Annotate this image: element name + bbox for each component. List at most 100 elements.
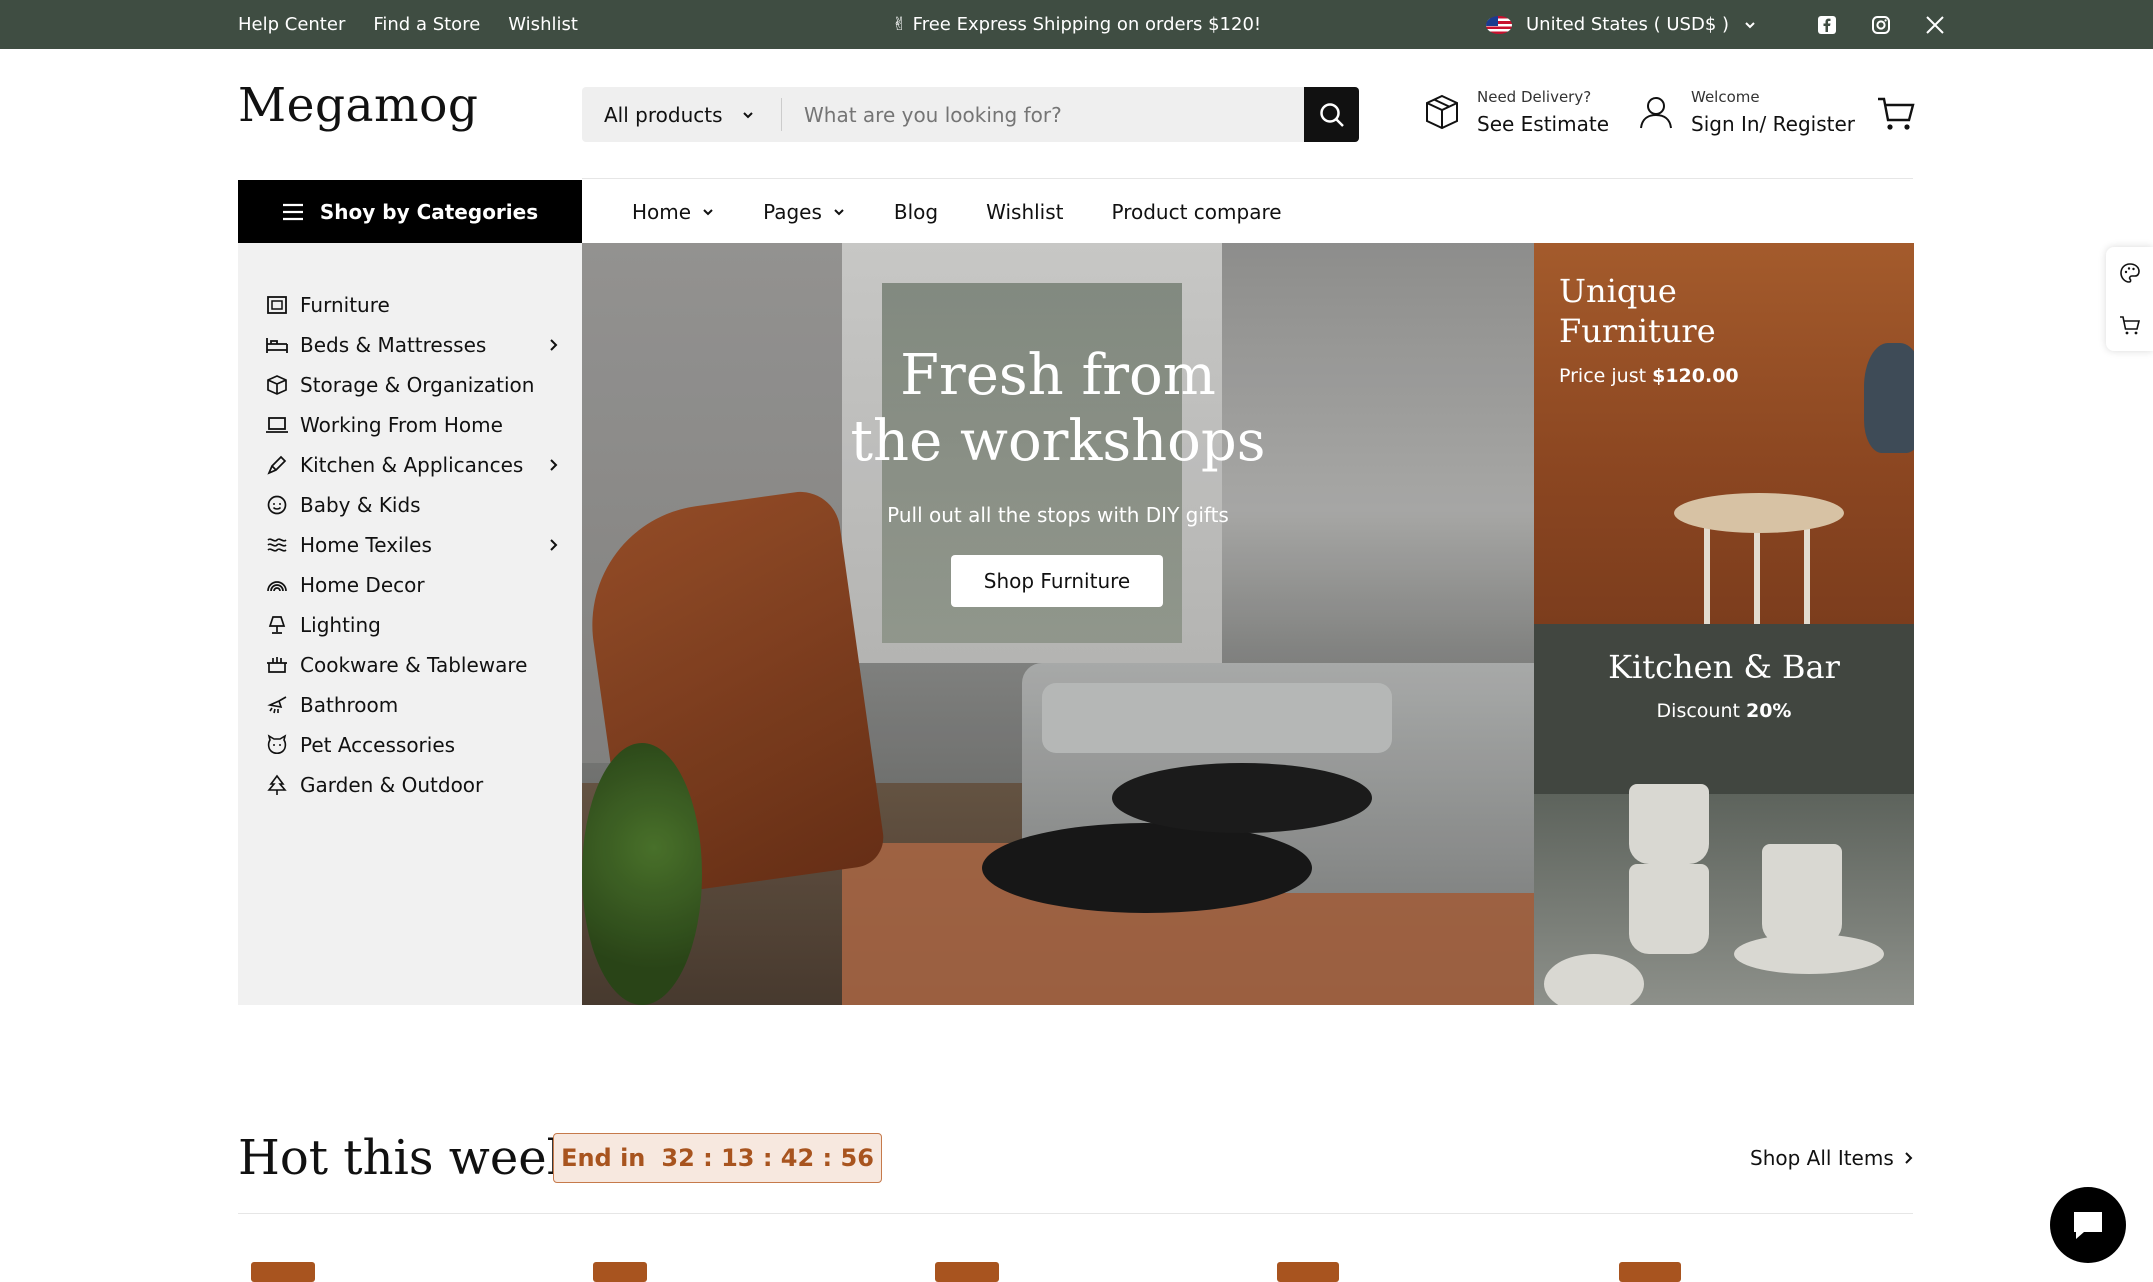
account-big-text: Sign In/ Register xyxy=(1691,112,1855,136)
us-flag-icon xyxy=(1486,15,1512,34)
promo2-cup xyxy=(1629,784,1709,864)
sidebar-item-baby-kids[interactable]: Baby & Kids xyxy=(264,485,564,525)
promo1-title-line1: Unique xyxy=(1559,272,1677,310)
cart-icon[interactable] xyxy=(2119,314,2141,336)
sidebar-item-label: Cookware & Tableware xyxy=(300,653,528,677)
frame-icon xyxy=(264,292,290,318)
search-input[interactable] xyxy=(782,87,1304,142)
sidebar-item-furniture[interactable]: Furniture xyxy=(264,285,564,325)
sidebar-item-home-textiles[interactable]: Home Texiles xyxy=(264,525,564,565)
sidebar-item-label: Bathroom xyxy=(300,693,399,717)
promo1-price-prefix: Price just xyxy=(1559,365,1653,387)
search-button[interactable] xyxy=(1304,87,1359,142)
discount-badge xyxy=(593,1262,647,1282)
promo-unique-furniture[interactable]: Unique Furniture Price just $120.00 xyxy=(1534,243,1914,624)
main-nav: Home Pages Blog Wishlist Product compare xyxy=(632,180,1282,243)
tree-icon xyxy=(264,772,290,798)
pot-icon xyxy=(264,652,290,678)
nav-home[interactable]: Home xyxy=(632,200,715,224)
shop-all-items-link[interactable]: Shop All Items xyxy=(1750,1146,1916,1170)
waves-icon xyxy=(264,532,290,558)
sidebar-item-working-from-home[interactable]: Working From Home xyxy=(264,405,564,445)
timer-value: 32 : 13 : 42 : 56 xyxy=(661,1144,874,1172)
promo1-table-top xyxy=(1674,493,1844,533)
nav-product-compare[interactable]: Product compare xyxy=(1112,200,1282,224)
hero-subtitle: Pull out all the stops with DIY gifts xyxy=(887,503,1229,527)
section-divider xyxy=(238,1213,1913,1214)
promo2-title: Kitchen & Bar xyxy=(1608,648,1840,686)
brush-icon xyxy=(264,452,290,478)
discount-badge xyxy=(935,1262,999,1282)
box-icon xyxy=(264,372,290,398)
currency-selector[interactable]: United States ( USD$ ) xyxy=(1526,14,1729,35)
nav-product-compare-label: Product compare xyxy=(1111,199,1282,224)
hero-banner[interactable]: Fresh from the workshops Pull out all th… xyxy=(582,243,1534,1005)
promo1-vase xyxy=(1864,343,1914,453)
account-link[interactable]: Welcome Sign In/ Register xyxy=(1637,88,1855,136)
chevron-down-icon xyxy=(703,208,713,215)
box-icon xyxy=(1426,94,1458,130)
sidebar-item-label: Home Decor xyxy=(300,573,425,597)
search-icon xyxy=(1319,102,1344,127)
search-bar: All products xyxy=(582,87,1359,142)
lamp-icon xyxy=(264,612,290,638)
promo2-discount-prefix: Discount xyxy=(1656,700,1746,722)
sidebar-item-garden-outdoor[interactable]: Garden & Outdoor xyxy=(264,765,564,805)
sidebar-item-label: Kitchen & Applicances xyxy=(300,453,524,477)
sidebar-item-kitchen[interactable]: Kitchen & Applicances xyxy=(264,445,564,485)
section-title-hot: Hot this week xyxy=(238,1130,576,1186)
top-bar: Help Center Find a Store Wishlist ✌ Free… xyxy=(0,0,2153,49)
chevron-right-icon xyxy=(550,339,558,351)
promo1-title-line2: Furniture xyxy=(1559,312,1716,350)
search-category-select[interactable]: All products xyxy=(582,98,782,131)
search-category-label: All products xyxy=(604,102,723,127)
floating-toolbar xyxy=(2106,247,2153,351)
sidebar-item-storage[interactable]: Storage & Organization xyxy=(264,365,564,405)
sidebar-item-lighting[interactable]: Lighting xyxy=(264,605,564,645)
nav-pages[interactable]: Pages xyxy=(763,200,846,224)
promo2-plate xyxy=(1734,934,1884,974)
instagram-icon[interactable] xyxy=(1869,13,1893,37)
promo1-text: Unique Furniture Price just $120.00 xyxy=(1559,271,1739,387)
nav-wishlist[interactable]: Wishlist xyxy=(986,200,1063,224)
promo2-cup xyxy=(1629,864,1709,954)
sidebar-item-home-decor[interactable]: Home Decor xyxy=(264,565,564,605)
shop-furniture-button[interactable]: Shop Furniture xyxy=(951,555,1163,607)
nav-home-label: Home xyxy=(632,199,692,224)
facebook-icon[interactable] xyxy=(1815,13,1839,37)
sidebar-item-beds[interactable]: Beds & Mattresses xyxy=(264,325,564,365)
sidebar-item-label: Working From Home xyxy=(300,413,503,437)
chat-button[interactable] xyxy=(2050,1187,2126,1263)
x-twitter-icon[interactable] xyxy=(1923,13,1947,37)
sidebar-item-cookware[interactable]: Cookware & Tableware xyxy=(264,645,564,685)
nav-blog[interactable]: Blog xyxy=(894,200,938,224)
shop-by-categories-button[interactable]: Shoy by Categories xyxy=(238,180,582,243)
shower-icon xyxy=(264,692,290,718)
nav-wishlist-label: Wishlist xyxy=(986,199,1064,224)
hero-text: Fresh from the workshops Pull out all th… xyxy=(582,343,1534,527)
site-logo[interactable]: Megamog xyxy=(238,78,479,133)
delivery-estimate[interactable]: Need Delivery? See Estimate xyxy=(1423,88,1609,136)
promo1-table-leg xyxy=(1704,523,1710,624)
sidebar-item-pet-accessories[interactable]: Pet Accessories xyxy=(264,725,564,765)
promo-kitchen-bar[interactable]: Kitchen & Bar Discount 20% xyxy=(1534,624,1914,1005)
sidebar-item-label: Pet Accessories xyxy=(300,733,456,757)
nav-blog-label: Blog xyxy=(893,199,939,224)
promo1-price-line: Price just $120.00 xyxy=(1559,365,1739,387)
promo2-bowl xyxy=(1544,954,1644,1005)
chevron-down-icon[interactable] xyxy=(1743,18,1757,32)
baby-icon xyxy=(264,492,290,518)
palette-icon[interactable] xyxy=(2119,262,2141,284)
cart-button[interactable] xyxy=(1876,94,1916,134)
sidebar-item-label: Storage & Organization xyxy=(300,373,535,397)
hero-title-line1: Fresh from xyxy=(900,343,1216,408)
sidebar-item-label: Lighting xyxy=(300,613,381,637)
sidebar-item-bathroom[interactable]: Bathroom xyxy=(264,685,564,725)
pet-icon xyxy=(264,732,290,758)
menu-icon xyxy=(282,203,303,220)
top-right: United States ( USD$ ) xyxy=(1486,0,1947,49)
chevron-right-icon xyxy=(550,539,558,551)
user-icon xyxy=(1640,97,1672,129)
sidebar-item-label: Furniture xyxy=(300,293,390,317)
chevron-right-icon xyxy=(1905,1152,1913,1164)
